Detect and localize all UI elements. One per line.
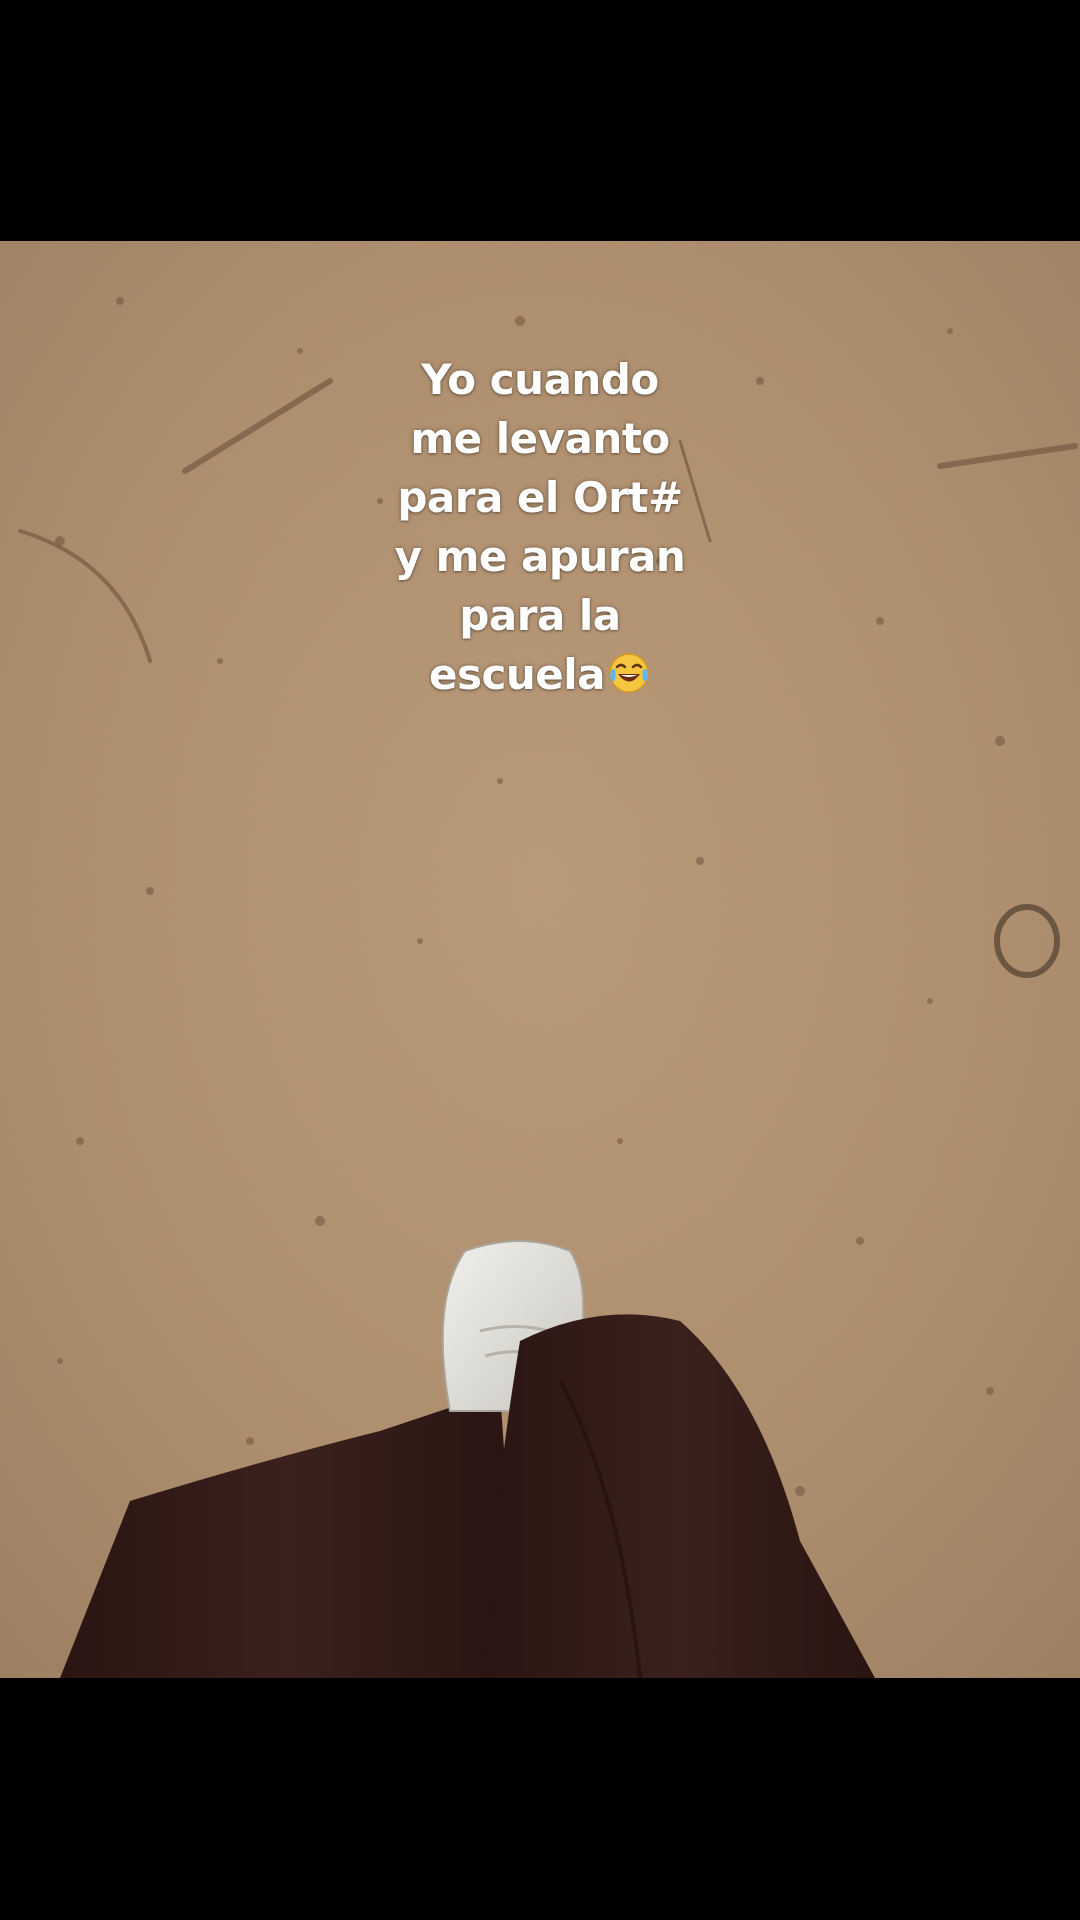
caption-last-line: escuela: [290, 645, 790, 704]
caption-line: me levanto: [410, 414, 670, 463]
caption-line: y me apuran: [394, 532, 686, 581]
letterbox-bottom: [0, 1678, 1080, 1920]
video-frame: Yo cuando me levanto para el Ort# y me a…: [0, 0, 1080, 1920]
caption-overlay: Yo cuando me levanto para el Ort# y me a…: [290, 350, 790, 704]
caption-line: Yo cuando: [421, 355, 659, 404]
face-with-tears-of-joy-icon: [609, 653, 649, 693]
caption-line: escuela: [428, 650, 606, 699]
letterbox-top: [0, 0, 1080, 241]
caption-line: para la: [459, 591, 621, 640]
caption-line: para el Ort#: [397, 473, 683, 522]
